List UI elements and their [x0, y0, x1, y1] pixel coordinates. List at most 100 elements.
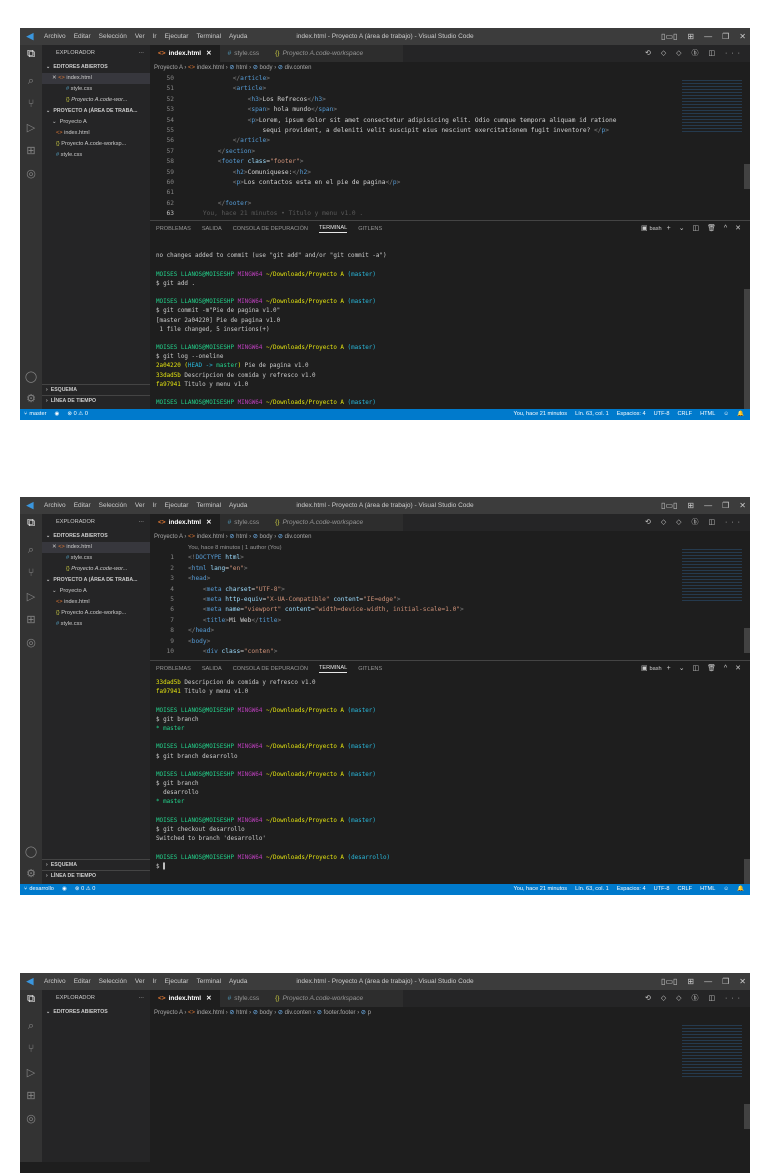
folder-proyecto-a[interactable]: ⌄ Proyecto A [42, 586, 150, 597]
feedback-icon[interactable]: ☺ [723, 886, 729, 892]
breadcrumb-item[interactable]: html [236, 65, 247, 71]
minimize-icon[interactable]: — [704, 501, 712, 510]
terminal-output[interactable]: no changes added to commit (use "git add… [150, 236, 750, 408]
editor-scrollbar[interactable] [744, 1104, 750, 1129]
workspace-section[interactable]: ⌄ PROYECTO A (ÁREA DE TRABA... [42, 106, 150, 117]
menu-item-terminal[interactable]: Terminal [192, 978, 225, 985]
status-encoding[interactable]: UTF-8 [654, 886, 670, 892]
editor-scrollbar[interactable] [744, 628, 750, 653]
panel-tab-terminal[interactable]: TERMINAL [318, 225, 348, 233]
open-editors-section[interactable]: ⌄ EDITORES ABIERTOS [42, 1007, 150, 1018]
tab-workspace[interactable]: {} Proyecto A.code-workspace [267, 990, 404, 1007]
menu-item-selección[interactable]: Selección [95, 502, 131, 509]
status-blame[interactable]: You, hace 21 minutos [514, 886, 568, 892]
tab-index-html[interactable]: <> index.html ✕ [150, 45, 220, 62]
tab-close-icon[interactable]: ✕ [206, 50, 211, 57]
terminal-shell-label[interactable]: bash [650, 666, 662, 672]
breadcrumb-item[interactable]: Proyecto A [154, 1010, 183, 1016]
settings-gear-icon[interactable]: ⚙ [20, 392, 42, 405]
tab-index-html[interactable]: <> index.html ✕ [150, 514, 220, 531]
customize-layout-icon[interactable]: ⊞ [687, 977, 694, 986]
more-actions-icon[interactable]: ··· [138, 48, 144, 59]
menu-item-archivo[interactable]: Archivo [40, 33, 70, 40]
panel-tab-salida[interactable]: SALIDA [202, 226, 222, 232]
panel-tab-gitlens[interactable]: GITLENS [358, 666, 382, 672]
close-icon[interactable]: ✕ [739, 501, 746, 510]
panel-tab-consola[interactable]: CONSOLA DE DEPURACIÓN [233, 226, 308, 232]
maximize-icon[interactable]: ❐ [722, 977, 729, 986]
run-debug-icon[interactable]: ▷ [20, 121, 42, 134]
explorer-icon[interactable]: ⧉ [20, 517, 42, 530]
status-language[interactable]: HTML [700, 411, 715, 417]
menu-item-ver[interactable]: Ver [131, 33, 149, 40]
tab-workspace[interactable]: {} Proyecto A.code-workspace [267, 45, 404, 62]
folder-file-0[interactable]: <> index.html [42, 597, 150, 608]
layout-toggle-icon[interactable]: ▯▭▯ [661, 977, 677, 986]
timeline-section[interactable]: › LÍNEA DE TIEMPO [42, 870, 150, 882]
panel-tab-consola[interactable]: CONSOLA DE DEPURACIÓN [233, 666, 308, 672]
live-share-icon[interactable]: ◉ [54, 411, 59, 417]
feedback-icon[interactable]: ☺ [723, 411, 729, 417]
explorer-icon[interactable]: ⧉ [20, 993, 42, 1006]
workspace-section[interactable]: ⌄ PROYECTO A (ÁREA DE TRABA... [42, 575, 150, 586]
breadcrumb-item[interactable]: div.conten [285, 534, 312, 540]
menu-item-editar[interactable]: Editar [70, 33, 95, 40]
status-spaces[interactable]: Espacios: 4 [617, 411, 646, 417]
menu-item-ir[interactable]: Ir [149, 502, 161, 509]
panel-tab-gitlens[interactable]: GITLENS [358, 226, 382, 232]
status-encoding[interactable]: UTF-8 [654, 411, 670, 417]
customize-layout-icon[interactable]: ⊞ [687, 501, 694, 510]
extensions-icon[interactable]: ⊞ [20, 1089, 42, 1102]
search-icon[interactable]: ⌕ [20, 1020, 42, 1033]
run-debug-icon[interactable]: ▷ [20, 1066, 42, 1079]
panel-tab-terminal[interactable]: TERMINAL [318, 665, 348, 673]
close-icon[interactable]: ✕ [739, 977, 746, 986]
tab-style-css[interactable]: # style.css [219, 45, 268, 62]
source-control-icon[interactable]: ⑂ [20, 98, 42, 110]
menu-item-ver[interactable]: Ver [131, 978, 149, 985]
menu-item-editar[interactable]: Editar [70, 978, 95, 985]
open-editor-1[interactable]: # style.css [42, 84, 150, 95]
codelens-blame[interactable]: You, hace 8 minutos | 1 author (You) [150, 543, 750, 553]
breadcrumb-item[interactable]: html [236, 1010, 247, 1016]
minimize-icon[interactable]: — [704, 977, 712, 986]
open-editor-2[interactable]: {} Proyecto A.code-wor... [42, 564, 150, 575]
settings-gear-icon[interactable]: ⚙ [20, 867, 42, 880]
menu-item-selección[interactable]: Selección [95, 33, 131, 40]
menu-item-ir[interactable]: Ir [149, 33, 161, 40]
folder-file-1[interactable]: {} Proyecto A.code-worksp... [42, 608, 150, 619]
menu-item-terminal[interactable]: Terminal [192, 502, 225, 509]
source-control-icon[interactable]: ⑂ [20, 567, 42, 579]
customize-layout-icon[interactable]: ⊞ [687, 32, 694, 41]
open-editors-section[interactable]: ⌄ EDITORES ABIERTOS [42, 531, 150, 542]
live-share-icon[interactable]: ◉ [62, 886, 67, 892]
folder-proyecto-a[interactable]: ⌄ Proyecto A [42, 117, 150, 128]
search-icon[interactable]: ⌕ [20, 544, 42, 557]
terminal-scrollbar[interactable] [744, 289, 750, 409]
minimap[interactable] [682, 1023, 742, 1078]
panel-tab-problemas[interactable]: PROBLEMAS [156, 666, 191, 672]
layout-toggle-icon[interactable]: ▯▭▯ [661, 501, 677, 510]
panel-action-icons[interactable]: + ⌄ ◫ 🗑 ^ ✕ [667, 225, 744, 232]
gitlens-icon[interactable]: ◎ [20, 167, 42, 180]
breadcrumb-item[interactable]: html [236, 534, 247, 540]
folder-file-2[interactable]: # style.css [42, 150, 150, 161]
breadcrumb-item[interactable]: div.conten [285, 1010, 312, 1016]
tab-style-css[interactable]: # style.css [219, 990, 268, 1007]
breadcrumb-item[interactable]: index.html [197, 534, 224, 540]
minimize-icon[interactable]: — [704, 32, 712, 41]
status-problems[interactable]: ⊗ 0 ⚠ 0 [67, 411, 88, 417]
editor-actions[interactable]: ⟲ ◇ ◇ ⓑ ◫ ··· [645, 45, 744, 62]
folder-file-1[interactable]: {} Proyecto A.code-worksp... [42, 139, 150, 150]
code-editor[interactable] [150, 1019, 750, 1139]
source-control-icon[interactable]: ⑂ [20, 1043, 42, 1055]
menu-item-selección[interactable]: Selección [95, 978, 131, 985]
menu-item-terminal[interactable]: Terminal [192, 33, 225, 40]
layout-toggle-icon[interactable]: ▯▭▯ [661, 32, 677, 41]
status-problems[interactable]: ⊗ 0 ⚠ 0 [75, 886, 96, 892]
tab-close-icon[interactable]: ✕ [206, 519, 211, 526]
breadcrumb-item[interactable]: Proyecto A [154, 534, 183, 540]
menu-item-ir[interactable]: Ir [149, 978, 161, 985]
terminal-shell-label[interactable]: bash [650, 226, 662, 232]
panel-tab-salida[interactable]: SALIDA [202, 666, 222, 672]
